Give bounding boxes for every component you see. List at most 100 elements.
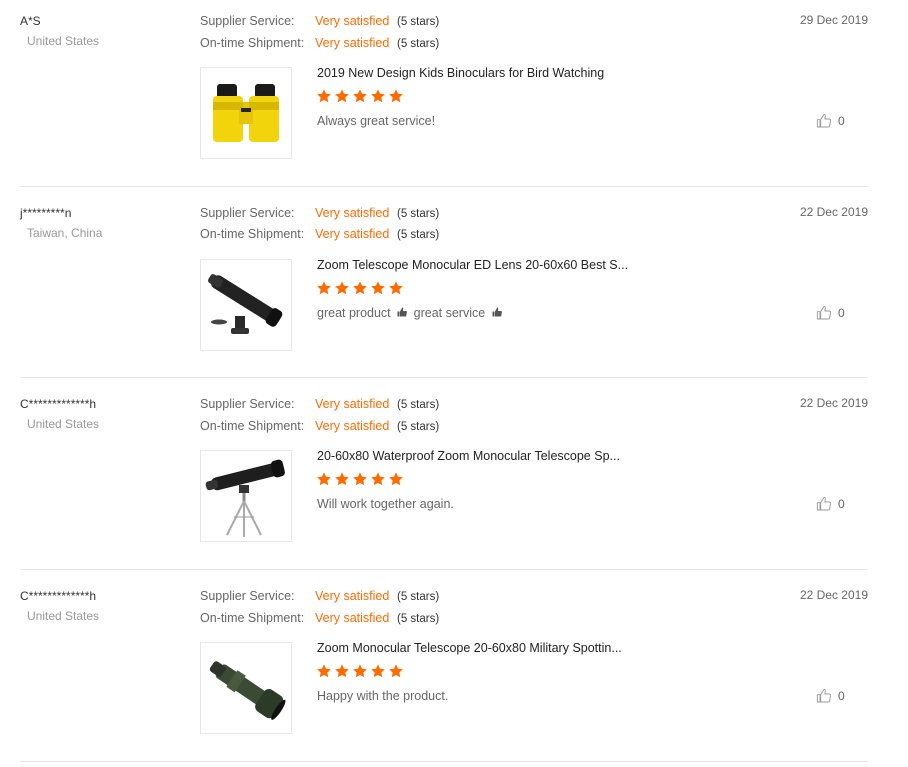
supplier-service-rating: Supplier Service: Very satisfied (5 stars) bbox=[200, 397, 439, 411]
binoculars-image bbox=[213, 84, 279, 142]
review-item: C*************h United States Supplier S… bbox=[0, 383, 908, 575]
product-title-link[interactable]: 2019 New Design Kids Binoculars for Bird… bbox=[317, 66, 604, 80]
ontime-shipment-value: Very satisfied bbox=[315, 36, 390, 50]
ontime-shipment-label: On-time Shipment: bbox=[200, 419, 305, 433]
ontime-shipment-label: On-time Shipment: bbox=[200, 611, 305, 625]
star-icon bbox=[335, 89, 349, 103]
ontime-shipment-label: On-time Shipment: bbox=[200, 227, 305, 241]
helpful-count: 0 bbox=[838, 497, 845, 511]
product-title-link[interactable]: Zoom Monocular Telescope 20-60x80 Milita… bbox=[317, 641, 622, 655]
supplier-service-value: Very satisfied bbox=[315, 589, 390, 603]
star-icon bbox=[317, 664, 331, 678]
supplier-service-stars: (5 stars) bbox=[397, 16, 440, 28]
supplier-service-rating: Supplier Service: Very satisfied (5 stars) bbox=[200, 206, 439, 220]
buyer-name: C*************h bbox=[20, 589, 97, 603]
product-title-link[interactable]: Zoom Telescope Monocular ED Lens 20-60x6… bbox=[317, 258, 628, 272]
star-icon bbox=[353, 281, 367, 295]
buyer-country: United States bbox=[27, 417, 100, 431]
helpful-count: 0 bbox=[838, 689, 845, 703]
helpful-button[interactable]: 0 bbox=[816, 688, 845, 704]
helpful-button[interactable]: 0 bbox=[816, 496, 845, 512]
star-icon bbox=[389, 281, 403, 295]
thumbs-up-icon bbox=[816, 305, 832, 320]
ontime-shipment-stars: (5 stars) bbox=[397, 613, 440, 625]
review-date: 29 Dec 2019 bbox=[799, 13, 868, 27]
review-date: 22 Dec 2019 bbox=[799, 396, 868, 410]
product-thumbnail[interactable] bbox=[200, 642, 292, 734]
review-divider bbox=[20, 377, 868, 378]
thumbs-up-icon bbox=[816, 688, 832, 703]
star-icon bbox=[353, 472, 367, 486]
military-scope-image bbox=[209, 661, 286, 720]
helpful-button[interactable]: 0 bbox=[816, 113, 845, 129]
spotting-scope-image bbox=[208, 274, 283, 334]
product-thumbnail[interactable] bbox=[200, 67, 292, 159]
product-thumbnail[interactable] bbox=[200, 450, 292, 542]
buyer-name: j*********n bbox=[20, 206, 72, 220]
star-icon bbox=[389, 89, 403, 103]
star-icon bbox=[335, 472, 349, 486]
buyer-name: C*************h bbox=[20, 397, 97, 411]
product-rating-stars bbox=[316, 471, 404, 489]
helpful-count: 0 bbox=[838, 306, 845, 320]
product-rating-stars bbox=[316, 88, 404, 106]
review-comment: Always great service! bbox=[317, 114, 436, 128]
thumbs-up-emoji-icon bbox=[492, 307, 502, 317]
ontime-shipment-value: Very satisfied bbox=[315, 227, 390, 241]
buyer-country: United States bbox=[27, 34, 100, 48]
ontime-shipment-value: Very satisfied bbox=[315, 611, 390, 625]
ontime-shipment-value: Very satisfied bbox=[315, 419, 390, 433]
ontime-shipment-label: On-time Shipment: bbox=[200, 36, 305, 50]
ontime-shipment-stars: (5 stars) bbox=[397, 421, 440, 433]
ontime-shipment-rating: On-time Shipment: Very satisfied (5 stars) bbox=[200, 227, 439, 241]
product-rating-stars bbox=[316, 663, 404, 681]
review-divider bbox=[20, 569, 868, 570]
star-icon bbox=[371, 89, 385, 103]
supplier-service-label: Supplier Service: bbox=[200, 397, 295, 411]
star-icon bbox=[335, 664, 349, 678]
helpful-button[interactable]: 0 bbox=[816, 305, 845, 321]
star-icon bbox=[371, 664, 385, 678]
supplier-service-rating: Supplier Service: Very satisfied (5 stars) bbox=[200, 14, 439, 28]
supplier-service-label: Supplier Service: bbox=[200, 206, 295, 220]
supplier-service-stars: (5 stars) bbox=[397, 399, 440, 411]
product-rating-stars bbox=[316, 280, 404, 298]
comment-part: great service bbox=[413, 306, 486, 320]
ontime-shipment-rating: On-time Shipment: Very satisfied (5 stars) bbox=[200, 611, 439, 625]
thumbs-up-emoji-icon bbox=[397, 307, 408, 317]
review-item: j*********n Taiwan, China Supplier Servi… bbox=[0, 192, 908, 384]
product-title-link[interactable]: 20-60x80 Waterproof Zoom Monocular Teles… bbox=[317, 449, 620, 463]
ontime-shipment-stars: (5 stars) bbox=[397, 229, 440, 241]
review-item: A*S United States Supplier Service: Very … bbox=[0, 0, 908, 192]
supplier-service-rating: Supplier Service: Very satisfied (5 stars) bbox=[200, 589, 439, 603]
supplier-service-stars: (5 stars) bbox=[397, 591, 440, 603]
ontime-shipment-stars: (5 stars) bbox=[397, 38, 440, 50]
review-item: C*************h United States Supplier S… bbox=[0, 575, 908, 767]
supplier-service-label: Supplier Service: bbox=[200, 14, 295, 28]
review-comment: great product great service bbox=[317, 306, 505, 320]
thumbs-up-icon bbox=[816, 496, 832, 511]
star-icon bbox=[317, 472, 331, 486]
star-icon bbox=[353, 664, 367, 678]
supplier-service-value: Very satisfied bbox=[315, 206, 390, 220]
star-icon bbox=[335, 281, 349, 295]
comment-part: great product bbox=[317, 306, 391, 320]
thumbs-up-icon bbox=[816, 113, 832, 128]
star-icon bbox=[353, 89, 367, 103]
supplier-service-value: Very satisfied bbox=[315, 14, 390, 28]
star-icon bbox=[389, 472, 403, 486]
review-comment: Will work together again. bbox=[317, 497, 454, 511]
star-icon bbox=[371, 281, 385, 295]
review-date: 22 Dec 2019 bbox=[799, 205, 868, 219]
star-icon bbox=[317, 281, 331, 295]
star-icon bbox=[317, 89, 331, 103]
ontime-shipment-rating: On-time Shipment: Very satisfied (5 stars) bbox=[200, 36, 439, 50]
review-comment: Happy with the product. bbox=[317, 689, 449, 703]
product-thumbnail[interactable] bbox=[200, 259, 292, 351]
buyer-country: Taiwan, China bbox=[27, 226, 103, 240]
buyer-country: United States bbox=[27, 609, 100, 623]
helpful-count: 0 bbox=[838, 114, 845, 128]
review-divider bbox=[20, 186, 868, 187]
star-icon bbox=[371, 472, 385, 486]
supplier-service-label: Supplier Service: bbox=[200, 589, 295, 603]
